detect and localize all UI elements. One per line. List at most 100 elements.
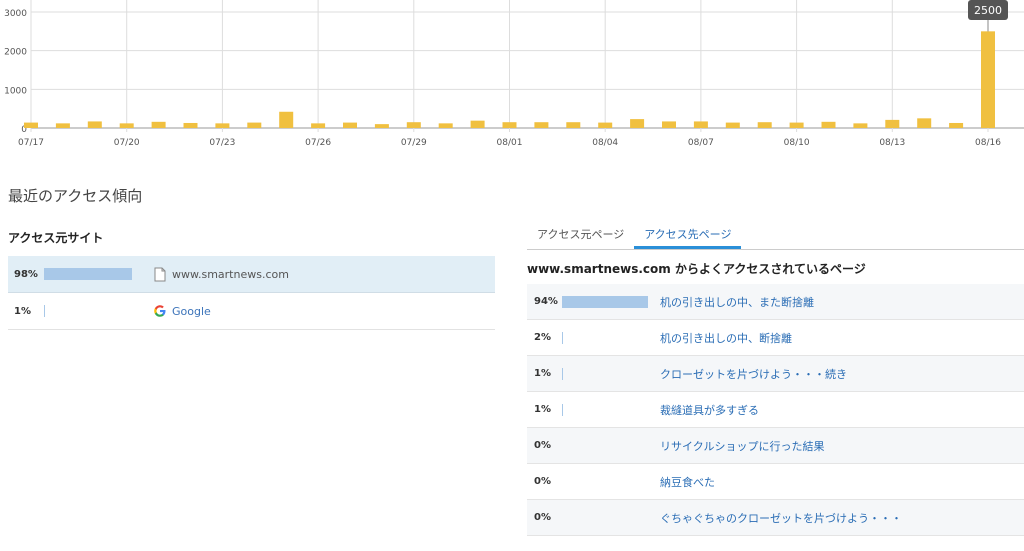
destination-bar-track	[562, 331, 652, 344]
x-tick-label: 07/17	[18, 138, 44, 148]
bar-08/13	[885, 119, 900, 128]
bar-08/05	[630, 119, 645, 128]
source-bar-track	[44, 268, 144, 280]
destination-row: 0% リサイクルショップに行った結果	[527, 428, 1024, 464]
destination-percentage: 1%	[534, 368, 551, 379]
destination-row: 1% 裁縫道具が多すぎる	[527, 392, 1024, 428]
destination-page-link[interactable]: 納豆食べた	[660, 474, 715, 490]
bar-08/15	[949, 122, 964, 128]
y-tick-label: 1000	[4, 86, 27, 96]
bar-08/16	[981, 31, 995, 128]
destination-page-link[interactable]: 机の引き出しの中、また断捨離	[660, 294, 814, 310]
destination-page-link[interactable]: 机の引き出しの中、断捨離	[660, 330, 792, 346]
destination-percentage: 0%	[534, 440, 551, 451]
bar-08/08	[725, 122, 740, 128]
bar-08/09	[757, 122, 772, 128]
bar-07/27	[343, 122, 357, 128]
bar-08/02	[534, 122, 549, 128]
source-percentage: 98%	[14, 268, 38, 280]
bar-08/04	[598, 122, 613, 128]
x-tick-label: 07/26	[305, 138, 331, 148]
page-tabs: アクセス元ページ アクセス先ページ	[527, 220, 1024, 250]
y-tick-label: 3000	[4, 9, 27, 19]
bar-08/01	[502, 122, 517, 128]
access-bar-chart: 010002000300007/17 07/20 07/23 07/26 07/29 08…	[4, 0, 1024, 148]
destination-row: 94% 机の引き出しの中、また断捨離	[527, 284, 1024, 320]
x-tick-label: 08/13	[879, 138, 905, 148]
tooltip-label: 2500	[974, 4, 1002, 17]
destination-percentage: 0%	[534, 476, 551, 487]
bar-07/25	[279, 111, 294, 128]
destination-row: 0% ぐちゃぐちゃのクローゼットを片づけよう・・・	[527, 500, 1024, 536]
x-tick-label: 08/01	[497, 138, 523, 148]
x-tick-label: 08/07	[688, 138, 714, 148]
destinations-list: 94% 机の引き出しの中、また断捨離 2% 机の引き出しの中、断捨離 1% クローゼットを…	[527, 284, 1024, 536]
bar-07/28	[374, 124, 389, 128]
destination-bar-track	[562, 476, 652, 488]
access-sources-list: 98% www.smartnews.com 1% Google	[8, 256, 495, 330]
bar-07/30	[438, 123, 453, 128]
bar-08/03	[566, 122, 581, 128]
access-sources-title: アクセス元サイト	[8, 231, 104, 245]
destination-row: 1% クローゼットを片づけよう・・・続き	[527, 356, 1024, 392]
destination-percentage: 2%	[534, 332, 551, 343]
bar-08/10	[789, 122, 804, 128]
destination-page-link[interactable]: クローゼットを片づけよう・・・続き	[660, 366, 847, 382]
destination-row: 0% 納豆食べた	[527, 464, 1024, 500]
destination-bar-fill	[562, 367, 563, 380]
destination-bar-track	[562, 440, 652, 452]
destination-percentage: 94%	[534, 296, 558, 307]
section-title: 最近のアクセス傾向	[8, 187, 143, 205]
google-icon	[150, 305, 170, 317]
bar-07/24	[247, 122, 262, 128]
source-label: www.smartnews.com	[172, 267, 289, 281]
x-tick-label: 08/16	[975, 138, 1001, 148]
destination-percentage: 1%	[534, 404, 551, 415]
bar-07/23	[215, 123, 230, 128]
destination-bar-track	[562, 512, 652, 524]
destination-page-link[interactable]: 裁縫道具が多すぎる	[660, 402, 759, 418]
bar-07/26	[311, 123, 326, 128]
destination-bar-track	[562, 295, 652, 308]
destination-page-link[interactable]: ぐちゃぐちゃのクローゼットを片づけよう・・・	[660, 510, 902, 526]
destination-bar-fill	[562, 331, 563, 344]
x-tick-label: 08/10	[784, 138, 810, 148]
access-sources-panel: アクセス元サイト 98% www.smartnews.com 1% Google	[8, 228, 495, 330]
bar-08/06	[662, 121, 676, 128]
bar-08/14	[917, 118, 932, 128]
y-tick-label: 2000	[4, 48, 27, 58]
destination-bar-track	[562, 403, 652, 416]
destination-bar-fill	[562, 403, 563, 416]
x-tick-label: 07/20	[114, 138, 140, 148]
destinations-title: www.smartnews.com からよくアクセスされているページ	[527, 262, 866, 276]
bar-07/18	[55, 123, 70, 128]
destination-bar-fill	[562, 295, 649, 308]
bar-07/22	[183, 122, 198, 128]
source-bar-track	[44, 305, 144, 317]
access-source-row[interactable]: 1% Google	[8, 293, 495, 330]
x-tick-label: 07/23	[209, 138, 235, 148]
tab-source-pages[interactable]: アクセス元ページ	[527, 220, 634, 249]
source-bar-fill	[44, 268, 133, 280]
access-source-row[interactable]: 98% www.smartnews.com	[8, 256, 495, 293]
source-bar-fill	[44, 305, 45, 317]
access-destinations-panel: アクセス元ページ アクセス先ページ www.smartnews.com からよくア…	[527, 220, 1024, 536]
destination-percentage: 0%	[534, 512, 551, 523]
bar-07/29	[406, 122, 421, 128]
document-icon	[150, 267, 170, 282]
tab-destination-pages[interactable]: アクセス先ページ	[634, 220, 742, 249]
destination-bar-track	[562, 367, 652, 380]
bar-08/11	[821, 121, 836, 128]
x-tick-label: 08/04	[592, 138, 618, 148]
destination-row: 2% 机の引き出しの中、断捨離	[527, 320, 1024, 356]
source-label[interactable]: Google	[172, 305, 211, 318]
source-percentage: 1%	[14, 305, 31, 317]
bar-08/07	[693, 121, 708, 128]
bar-07/19	[87, 121, 102, 128]
bar-07/31	[470, 120, 485, 128]
x-tick-label: 07/29	[401, 138, 427, 148]
bar-08/12	[853, 123, 868, 128]
bar-07/17	[24, 122, 38, 128]
bar-07/21	[151, 121, 166, 128]
destination-page-link[interactable]: リサイクルショップに行った結果	[660, 438, 824, 454]
